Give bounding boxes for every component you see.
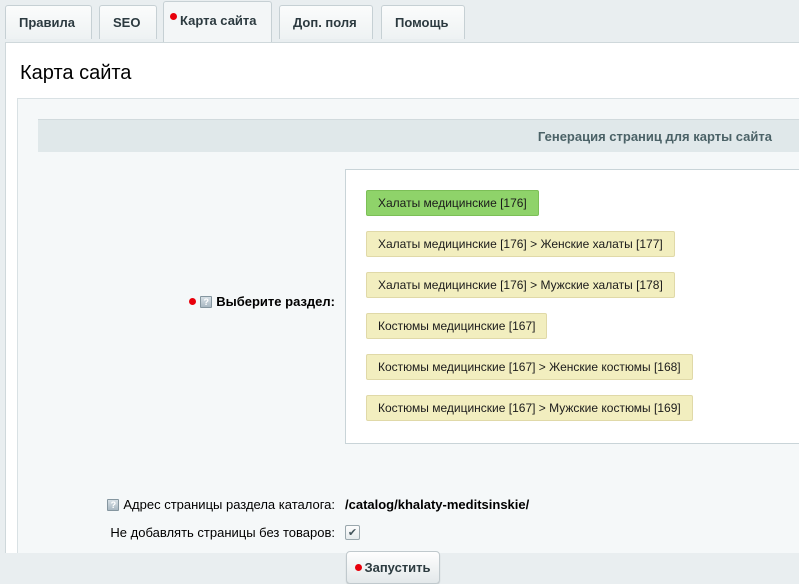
catalog-address-label-text: Адрес страницы раздела каталога: (123, 497, 335, 512)
tab-label: SEO (113, 15, 141, 30)
tab-help[interactable]: Помощь (381, 5, 465, 39)
run-button[interactable]: Запустить (346, 551, 440, 584)
required-dot-icon (170, 13, 177, 20)
tab-seo[interactable]: SEO (99, 5, 157, 39)
section-option[interactable]: Халаты медицинские [176] > Мужские халат… (366, 272, 675, 298)
section-select-label-text: Выберите раздел: (216, 294, 335, 309)
tab-label: Карта сайта (180, 13, 257, 28)
required-dot-icon (189, 298, 197, 305)
no-empty-pages-checkbox[interactable]: ✔ (345, 525, 360, 540)
help-icon[interactable]: ? (107, 498, 120, 511)
section-option[interactable]: Костюмы медицинские [167] (366, 313, 548, 339)
run-button-label: Запустить (364, 560, 431, 575)
section-option[interactable]: Костюмы медицинские [167] > Женские кост… (366, 354, 693, 380)
tab-label: Правила (19, 15, 75, 30)
section-select-label: ? Выберите раздел: (189, 294, 335, 309)
section-option[interactable]: Халаты медицинские [176] (366, 190, 539, 216)
tab-panel: Карта сайта Генерация страниц для карты … (5, 42, 799, 584)
page-title: Карта сайта (20, 62, 132, 84)
section-header: Генерация страниц для карты сайта (38, 119, 799, 152)
tab-extra-fields[interactable]: Доп. поля (279, 5, 373, 39)
form-content: Генерация страниц для карты сайта ? Выбе… (17, 98, 799, 584)
tab-label: Доп. поля (293, 15, 357, 30)
catalog-address-value: /catalog/khalaty-meditsinskie/ (345, 497, 530, 512)
tab-sitemap[interactable]: Карта сайта (163, 1, 272, 42)
section-option[interactable]: Костюмы медицинские [167] > Мужские кост… (366, 395, 693, 421)
required-dot-icon (355, 564, 363, 571)
tab-bar: Правила SEO Карта сайта Доп. поля Помощь (0, 0, 799, 42)
checkmark-icon: ✔ (347, 527, 358, 539)
section-option[interactable]: Халаты медицинские [176] > Женские халат… (366, 231, 675, 257)
help-icon[interactable]: ? (200, 295, 213, 308)
no-empty-pages-label: Не добавлять страницы без товаров: (110, 525, 335, 540)
tab-rules[interactable]: Правила (5, 5, 92, 39)
catalog-address-label: ? Адрес страницы раздела каталога: (107, 497, 335, 512)
tab-label: Помощь (395, 15, 449, 30)
section-select-list[interactable]: Халаты медицинские [176] Халаты медицинс… (345, 169, 799, 444)
